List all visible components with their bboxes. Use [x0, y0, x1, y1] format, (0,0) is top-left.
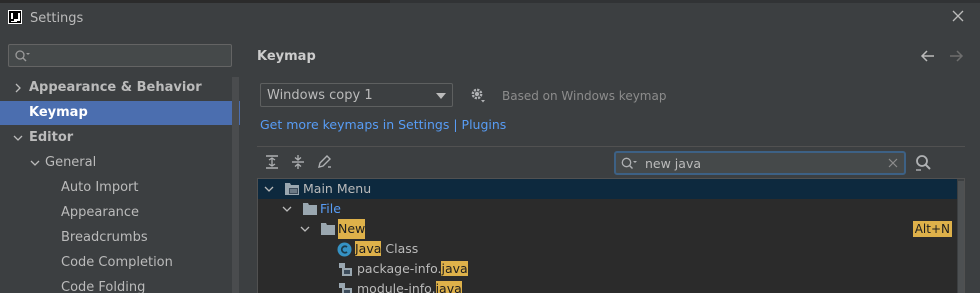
sidebar-item-label: Code Folding	[61, 280, 146, 293]
folder-icon	[303, 203, 317, 215]
java-class-icon	[337, 242, 352, 257]
search-highlight: java	[435, 281, 462, 293]
chevron-down-icon	[436, 93, 446, 99]
tree-row-file[interactable]: File	[258, 199, 958, 219]
sidebar-item-label: Auto Import	[61, 180, 139, 195]
keymap-search-input[interactable]: new java	[614, 151, 906, 175]
page-title: Keymap	[257, 49, 316, 64]
chevron-down-icon[interactable]	[30, 151, 40, 175]
sidebar-item-auto-import[interactable]: Auto Import	[0, 176, 240, 200]
search-icon	[15, 50, 30, 62]
sidebar-item-breadcrumbs[interactable]: Breadcrumbs	[0, 226, 240, 250]
sidebar-item-label: Appearance	[61, 205, 140, 220]
title-bar: Settings	[0, 0, 980, 35]
search-highlight: java	[441, 261, 468, 276]
forward-arrow-icon[interactable]	[948, 49, 964, 63]
label-rest: package-info.	[357, 261, 442, 276]
collapse-all-icon[interactable]	[290, 154, 306, 170]
sidebar-item-general[interactable]: General	[0, 151, 240, 175]
chevron-down-icon[interactable]	[281, 199, 293, 219]
tree-row-label: module-info.java	[357, 279, 462, 293]
shortcut-badge: Alt+N	[912, 221, 952, 237]
folder-icon	[321, 223, 335, 235]
keymap-panel: Keymap Windows copy 1 Based on Windows k…	[240, 35, 980, 293]
tree-row-label: File	[320, 201, 341, 216]
tree-row-label: New	[338, 219, 366, 239]
tree-row-new[interactable]: New Alt+N	[258, 219, 958, 239]
clear-search-icon[interactable]	[888, 158, 898, 168]
settings-sidebar: Appearance & Behavior Keymap Editor Gene…	[0, 35, 240, 293]
back-arrow-icon[interactable]	[920, 49, 936, 63]
divider	[257, 146, 965, 147]
intellij-icon	[8, 10, 22, 24]
sidebar-search-input[interactable]	[8, 44, 232, 67]
label-rest: Class	[381, 241, 419, 256]
tree-row-label: Main Menu	[303, 181, 372, 196]
tree-scrollbar-thumb[interactable]	[958, 181, 964, 293]
sidebar-item-code-folding[interactable]: Code Folding	[0, 276, 240, 293]
chevron-down-icon[interactable]	[299, 219, 311, 239]
keymap-search-value: new java	[645, 156, 701, 171]
tree-row-module-info[interactable]: module-info.java	[258, 279, 958, 293]
close-icon[interactable]	[950, 8, 966, 24]
sidebar-item-label: Editor	[29, 130, 74, 145]
tree-row-main-menu[interactable]: Main Menu	[258, 179, 958, 199]
gear-icon[interactable]	[469, 86, 487, 104]
sidebar-scrollbar[interactable]	[232, 77, 239, 293]
keymap-select[interactable]: Windows copy 1	[260, 83, 453, 107]
sidebar-item-label: Appearance & Behavior	[29, 80, 202, 95]
sidebar-item-code-completion[interactable]: Code Completion	[0, 251, 240, 275]
search-icon	[621, 157, 637, 169]
tree-scrollbar[interactable]	[957, 179, 964, 293]
sidebar-item-editor[interactable]: Editor	[0, 126, 240, 150]
label-rest: module-info.	[357, 281, 436, 293]
find-by-shortcut-icon[interactable]	[914, 154, 932, 172]
chevron-right-icon[interactable]	[13, 76, 23, 100]
title-strip-segment	[390, 0, 980, 3]
expand-all-icon[interactable]	[264, 154, 280, 170]
actions-tree: Main Menu File New Alt+N Java Class pack…	[257, 178, 965, 293]
title-strip	[0, 0, 980, 3]
based-on-label: Based on Windows keymap	[502, 89, 667, 103]
chevron-down-icon[interactable]	[263, 179, 275, 199]
tree-row-label: package-info.java	[357, 259, 468, 279]
window-title: Settings	[30, 11, 84, 26]
sidebar-item-keymap[interactable]: Keymap	[0, 101, 240, 125]
tree-row-java-class[interactable]: Java Class	[258, 239, 958, 259]
module-info-icon	[339, 283, 352, 293]
sidebar-item-label: Keymap	[29, 105, 88, 120]
sidebar-item-label: Breadcrumbs	[61, 230, 148, 245]
get-more-keymaps-link[interactable]: Get more keymaps in Settings | Plugins	[260, 117, 506, 132]
tree-row-package-info[interactable]: package-info.java	[258, 259, 958, 279]
package-info-icon	[339, 263, 352, 276]
sidebar-item-appearance-behavior[interactable]: Appearance & Behavior	[0, 76, 240, 100]
sidebar-item-label: Code Completion	[61, 255, 173, 270]
chevron-down-icon[interactable]	[13, 126, 23, 150]
edit-shortcut-icon[interactable]	[316, 154, 332, 170]
tree-row-label: Java Class	[355, 239, 418, 259]
menu-icon	[285, 183, 299, 195]
sidebar-item-appearance[interactable]: Appearance	[0, 201, 240, 225]
sidebar-item-label: General	[45, 155, 97, 170]
search-highlight: Java	[355, 241, 382, 256]
keymap-select-value: Windows copy 1	[267, 88, 373, 103]
